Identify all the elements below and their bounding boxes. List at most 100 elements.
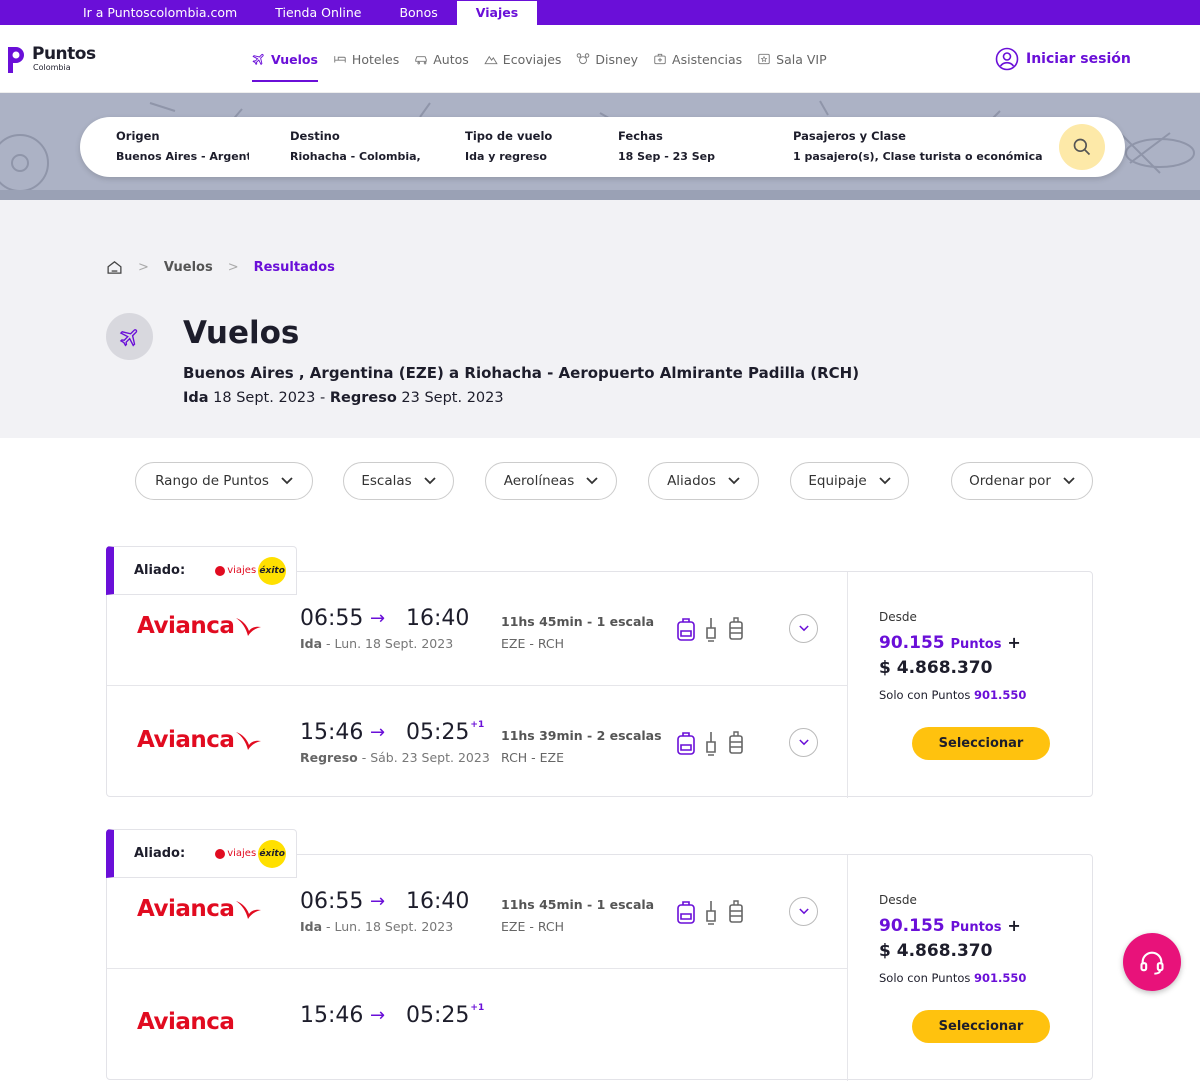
arrival-time: 05:25 xyxy=(406,1003,470,1028)
top-link-viajes[interactable]: Viajes xyxy=(456,1,538,25)
flight-card: Avianca 06:55 → 16:40 Ida - Lun. 18 Sept… xyxy=(106,546,1093,798)
nav-item-asistencias[interactable]: Asistencias xyxy=(653,25,742,93)
arrow-right-icon: → xyxy=(370,1005,386,1026)
nav-item-disney[interactable]: Disney xyxy=(576,25,638,93)
solo-label: Solo con Puntos xyxy=(879,971,971,985)
nav-item-ecoviajes[interactable]: Ecoviajes xyxy=(484,25,561,93)
price-plus: + xyxy=(1007,633,1021,652)
flight-type-field[interactable]: Tipo de vuelo Ida y regreso xyxy=(465,129,585,163)
breadcrumb: > Vuelos > Resultados xyxy=(106,259,335,276)
chevron-down-icon xyxy=(798,625,809,632)
login-button[interactable]: Iniciar sesión xyxy=(995,47,1131,71)
segment-date-text: - Lun. 18 Sept. 2023 xyxy=(326,919,454,934)
search-icon xyxy=(1073,138,1091,156)
ida-label: Ida xyxy=(183,390,209,406)
breadcrumb-chevron-icon: > xyxy=(227,260,239,275)
price-panel: Desde 90.155 Puntos + $ 4.868.370 Solo c… xyxy=(847,855,1094,1081)
top-link-puntoscolombia[interactable]: Ir a Puntoscolombia.com xyxy=(64,0,256,25)
arrival-time: 16:40 xyxy=(406,606,470,631)
segment-direction: Ida xyxy=(300,919,323,934)
ida-date: 18 Sept. 2023 xyxy=(213,390,316,406)
chevron-down-icon xyxy=(879,477,891,485)
points-unit: Puntos xyxy=(950,637,1002,652)
search-button[interactable] xyxy=(1059,124,1105,170)
chevron-down-icon xyxy=(728,477,740,485)
chevron-down-icon xyxy=(281,477,293,485)
arrow-right-icon: → xyxy=(370,608,386,629)
nav-item-vuelos[interactable]: Vuelos xyxy=(252,25,318,93)
puntos-logo[interactable]: Puntos Colombia xyxy=(4,43,96,75)
nav-item-sala-vip[interactable]: Sala VIP xyxy=(757,25,827,93)
top-link-bonos[interactable]: Bonos xyxy=(380,0,456,25)
points-value: 90.155 xyxy=(879,916,945,936)
price-points: 90.155 Puntos + xyxy=(879,916,1021,936)
nav-item-autos[interactable]: Autos xyxy=(414,25,469,93)
nav-label-autos: Autos xyxy=(433,51,469,67)
price-cash: $ 4.868.370 xyxy=(879,941,993,961)
segment-duration: 11hs 45min - 1 escala xyxy=(501,897,655,912)
top-link-tienda-online[interactable]: Tienda Online xyxy=(256,0,380,25)
expand-segment-button[interactable] xyxy=(789,897,818,926)
next-day-badge: +1 xyxy=(470,720,485,730)
next-day-badge: +1 xyxy=(470,1003,485,1013)
segment-times: 06:55 → 16:40 xyxy=(300,889,469,914)
departure-time: 06:55 xyxy=(300,889,364,914)
segment-regreso: Avianca 15:46 → 05:25 +1 xyxy=(107,968,847,1081)
car-icon xyxy=(415,56,427,65)
filter-aliados[interactable]: Aliados xyxy=(648,462,759,500)
viajes-dot-icon xyxy=(215,848,226,859)
segment-date: Ida - Lun. 18 Sept. 2023 xyxy=(300,636,453,651)
flight-card-body: Avianca 06:55 → 16:40 Ida - Lun. 18 Sept… xyxy=(106,854,1094,1081)
help-chat-button[interactable] xyxy=(1123,933,1181,991)
viajes-text: viajes xyxy=(227,565,257,576)
segment-duration: 11hs 39min - 2 escalas xyxy=(501,728,662,743)
flight-card: Avianca 06:55 → 16:40 Ida - Lun. 18 Sept… xyxy=(106,829,1094,1081)
filter-ordenar-por[interactable]: Ordenar por xyxy=(951,462,1093,500)
viajes-dot-icon xyxy=(215,565,226,576)
home-icon[interactable] xyxy=(106,259,123,276)
flight-card-body: Avianca 06:55 → 16:40 Ida - Lun. 18 Sept… xyxy=(106,571,1093,798)
dates-label: Fechas xyxy=(618,129,663,143)
star-box-icon xyxy=(758,53,770,65)
arrival-time: 16:40 xyxy=(406,889,470,914)
page-dates: Ida 18 Sept. 2023 - Regreso 23 Sept. 202… xyxy=(183,390,504,406)
suitcase-icon xyxy=(729,617,743,640)
expand-segment-button[interactable] xyxy=(789,728,818,757)
price-cash: $ 4.868.370 xyxy=(879,658,993,678)
segment-times: 06:55 → 16:40 xyxy=(300,606,469,631)
filter-escalas[interactable]: Escalas xyxy=(343,462,454,500)
search-box: Origen Buenos Aires - Argentina Destino … xyxy=(80,117,1125,177)
dates-value: 18 Sep - 23 Sep xyxy=(618,150,716,163)
breadcrumb-chevron-icon: > xyxy=(138,260,149,275)
nav-item-hoteles[interactable]: Hoteles xyxy=(333,25,399,93)
segment-times: 15:46 → 05:25 +1 xyxy=(300,1003,484,1028)
main-nav: Vuelos Hoteles Autos Ecoviajes Disney As… xyxy=(252,25,842,93)
breadcrumb-vuelos[interactable]: Vuelos xyxy=(164,260,213,275)
carry-on-icon xyxy=(706,732,716,756)
top-bar: Ir a Puntoscolombia.com Tienda Online Bo… xyxy=(0,0,1200,25)
destination-field[interactable]: Destino Riohacha - Colombia, Aeropuerto xyxy=(290,129,423,163)
filter-aerolineas[interactable]: Aerolíneas xyxy=(485,462,617,500)
select-button[interactable]: Seleccionar xyxy=(912,727,1050,760)
select-button[interactable]: Seleccionar xyxy=(912,1010,1050,1043)
mickey-icon xyxy=(577,53,590,65)
passengers-field[interactable]: Pasajeros y Clase 1 pasajero(s), Clase t… xyxy=(793,129,1043,163)
price-solo: Solo con Puntos 901.550 xyxy=(879,688,1026,702)
origin-field[interactable]: Origen Buenos Aires - Argentina xyxy=(116,129,249,163)
filters-bar: Rango de Puntos Escalas Aerolíneas Aliad… xyxy=(0,462,1200,500)
filter-rango-puntos[interactable]: Rango de Puntos xyxy=(135,462,313,500)
chevron-down-icon xyxy=(798,908,809,915)
dates-field[interactable]: Fechas 18 Sep - 23 Sep xyxy=(618,129,738,163)
filter-label: Ordenar por xyxy=(969,473,1051,489)
avianca-bird-icon xyxy=(236,618,262,636)
segment-date-text: - Lun. 18 Sept. 2023 xyxy=(326,636,454,651)
destination-value: Riohacha - Colombia, Aeropuerto xyxy=(290,150,423,163)
chevron-down-icon xyxy=(1063,477,1075,485)
main-header: Puntos Colombia Vuelos Hoteles Autos Eco… xyxy=(0,25,1200,93)
expand-segment-button[interactable] xyxy=(789,614,818,643)
filter-equipaje[interactable]: Equipaje xyxy=(790,462,909,500)
viajes-exito-logo: viajes éxito xyxy=(215,839,287,868)
logo-sub: Colombia xyxy=(33,63,71,72)
suitcase-icon xyxy=(729,900,743,923)
destination-label: Destino xyxy=(290,129,340,143)
